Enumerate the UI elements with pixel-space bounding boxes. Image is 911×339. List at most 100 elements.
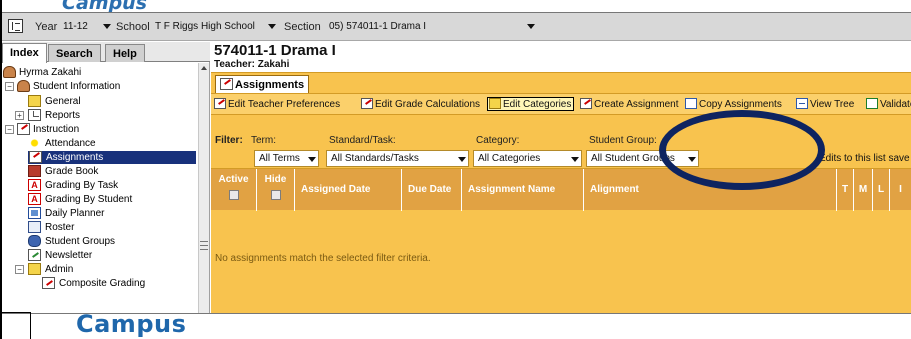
column-header-label: L xyxy=(877,184,885,195)
filter-label: Filter: xyxy=(215,135,243,146)
tool-label: Copy Assignments xyxy=(699,99,782,110)
tab-index[interactable]: Index xyxy=(2,43,47,63)
select-all-hide-checkbox[interactable] xyxy=(271,190,281,200)
tab-assignments-label: Assignments xyxy=(235,79,305,91)
edit-icon xyxy=(214,98,226,109)
column-i[interactable]: I xyxy=(890,169,911,211)
year-select[interactable]: 11-12 xyxy=(63,21,88,32)
column-due-date[interactable]: Due Date xyxy=(402,169,462,211)
student-person-icon xyxy=(3,66,16,78)
term-label: Term: xyxy=(251,135,276,146)
tree-item-assignments[interactable]: Assignments xyxy=(28,151,196,164)
assignments-tab-icon xyxy=(220,78,233,90)
folder-icon xyxy=(489,98,501,109)
student-group-label: Student Group: xyxy=(589,135,657,146)
tree-item-label: Instruction xyxy=(33,124,80,135)
column-active[interactable]: Active xyxy=(211,169,257,211)
year-dropdown-caret-icon[interactable] xyxy=(103,24,111,29)
column-assigned-date[interactable]: Assigned Date xyxy=(295,169,402,211)
collapse-icon[interactable]: − xyxy=(5,125,14,134)
composite-grading-icon xyxy=(42,277,55,289)
column-m[interactable]: M xyxy=(854,169,873,211)
validate-icon xyxy=(866,98,878,109)
tree-item-admin[interactable]: − Admin xyxy=(13,263,183,276)
tool-label: Validate xyxy=(880,99,911,110)
column-header-label: Hide xyxy=(264,174,287,185)
tree-item-label: Roster xyxy=(45,222,75,233)
tree-item-label: Reports xyxy=(45,110,81,121)
page-icon xyxy=(28,109,41,121)
column-alignment[interactable]: Alignment xyxy=(584,169,837,211)
document-frame-line xyxy=(2,312,30,313)
column-header-label: I xyxy=(899,184,902,195)
autosave-note: Edits to this list save automatically xyxy=(819,153,911,164)
tree-item-label: Grading By Student xyxy=(45,194,133,205)
expand-icon[interactable]: + xyxy=(15,111,24,120)
student-information-icon xyxy=(17,80,30,92)
column-header-label: Assigned Date xyxy=(301,184,371,195)
chevron-down-icon xyxy=(688,157,696,162)
campus-logo-bottom: Campus xyxy=(76,310,187,338)
edit-icon xyxy=(361,98,373,109)
section-dropdown-caret-icon[interactable] xyxy=(527,24,535,29)
collapse-icon[interactable]: − xyxy=(15,265,24,274)
empty-table-message: No assignments match the selected filter… xyxy=(215,253,431,264)
school-select[interactable]: T F Riggs High School xyxy=(155,21,255,32)
chevron-down-icon xyxy=(571,157,579,162)
tool-label: View Tree xyxy=(810,99,855,110)
section-label: Section xyxy=(284,21,321,33)
tree-item-label: General xyxy=(45,96,81,107)
tab-assignments[interactable]: Assignments xyxy=(215,75,310,94)
category-select[interactable]: All Categories xyxy=(473,150,582,167)
grading-task-icon: A xyxy=(28,179,41,191)
copy-icon xyxy=(685,98,697,109)
admin-icon xyxy=(28,263,41,275)
panel-toggle-icon[interactable] xyxy=(8,19,23,33)
term-select[interactable]: All Terms xyxy=(254,150,319,167)
assignments-table-header: Active Hide Assigned Date Due Date Assig… xyxy=(211,168,911,211)
column-assignment-name[interactable]: Assignment Name xyxy=(462,169,584,211)
student-group-select-value: All Student Groups xyxy=(591,153,675,164)
tree-item-reports[interactable]: + Reports xyxy=(13,109,183,122)
section-select[interactable]: 05) 574011-1 Drama I xyxy=(329,21,426,32)
grade-book-icon xyxy=(28,165,41,177)
main-content: 574011-1 Drama I Teacher: Zakahi Assignm… xyxy=(211,42,911,313)
tab-help[interactable]: Help xyxy=(105,44,145,62)
edit-categories-button[interactable]: Edit Categories xyxy=(487,97,575,111)
subtab-strip: Assignments xyxy=(211,72,911,94)
tree-item-label: Daily Planner xyxy=(45,208,105,219)
page-header: 574011-1 Drama I Teacher: Zakahi xyxy=(211,42,911,72)
tree-item-student-information[interactable]: − Student Information xyxy=(3,80,193,93)
sidebar-scrollbar[interactable] xyxy=(198,63,209,313)
student-group-select[interactable]: All Student Groups xyxy=(586,150,699,167)
column-t[interactable]: T xyxy=(837,169,854,211)
chevron-down-icon xyxy=(308,157,316,162)
action-toolbar: Edit Teacher Preferences Edit Grade Calc… xyxy=(211,93,911,115)
tree-item-label: Admin xyxy=(45,264,74,275)
scroll-up-arrow-icon[interactable] xyxy=(201,66,207,70)
tab-search[interactable]: Search xyxy=(48,44,101,62)
column-header-label: Due Date xyxy=(408,184,452,195)
tree-item-label: Grade Book xyxy=(45,166,99,177)
edit-teacher-preferences-button[interactable]: Edit Teacher Preferences xyxy=(214,98,340,111)
column-l[interactable]: L xyxy=(873,169,890,211)
instruction-icon xyxy=(17,123,30,135)
tree-item-instruction[interactable]: − Instruction xyxy=(3,123,193,136)
collapse-icon[interactable]: − xyxy=(5,82,14,91)
filter-panel: Filter: Term: Standard/Task: Category: S… xyxy=(211,115,911,168)
edit-grade-calculations-button[interactable]: Edit Grade Calculations xyxy=(361,98,480,111)
validate-button[interactable]: Validate xyxy=(866,98,911,111)
standard-task-select[interactable]: All Standards/Tasks xyxy=(326,150,469,167)
create-assignment-button[interactable]: Create Assignment xyxy=(580,98,679,111)
school-dropdown-caret-icon[interactable] xyxy=(268,24,276,29)
view-tree-button[interactable]: View Tree xyxy=(796,98,854,111)
column-header-label: Assignment Name xyxy=(468,184,556,195)
tool-label: Edit Categories xyxy=(503,99,572,110)
chevron-down-icon xyxy=(458,157,466,162)
copy-assignments-button[interactable]: Copy Assignments xyxy=(685,98,782,111)
select-all-active-checkbox[interactable] xyxy=(229,190,239,200)
column-hide[interactable]: Hide xyxy=(257,169,295,211)
year-label: Year xyxy=(35,21,58,33)
tree-item-label: Student Groups xyxy=(45,236,116,247)
scroll-grip-icon[interactable] xyxy=(200,241,208,250)
